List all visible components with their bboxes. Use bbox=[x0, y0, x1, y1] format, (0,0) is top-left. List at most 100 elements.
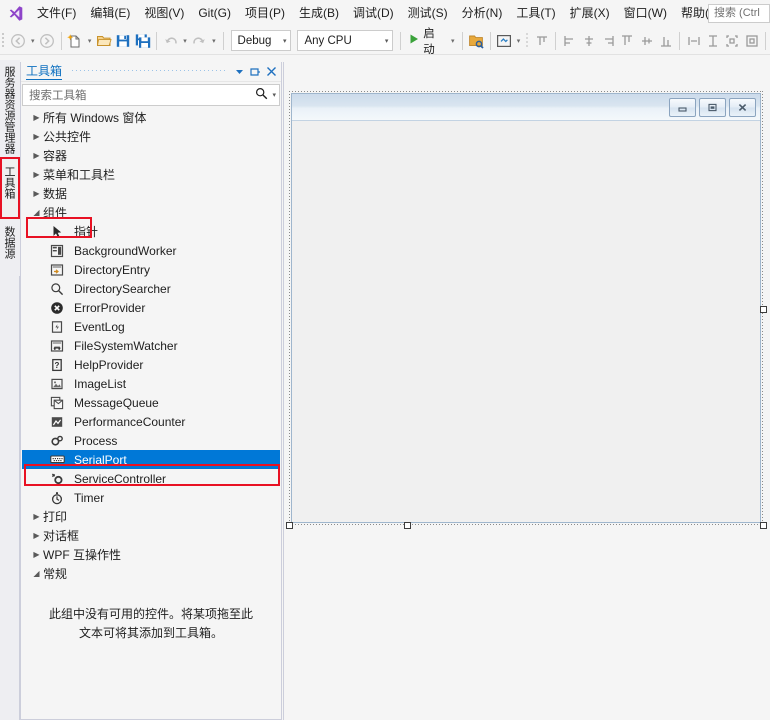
toolbox-group-label: 所有 Windows 窗体 bbox=[43, 111, 147, 125]
menu-window[interactable]: 窗口(W) bbox=[617, 0, 674, 27]
form-maximize-button[interactable] bbox=[699, 97, 726, 117]
toolbox-group-menus-toolbars[interactable]: ▶ 菜单和工具栏 bbox=[22, 165, 280, 184]
open-folder-icon[interactable] bbox=[94, 30, 113, 52]
make-same-width-icon[interactable] bbox=[684, 30, 703, 52]
save-all-icon[interactable] bbox=[133, 30, 152, 52]
save-icon[interactable] bbox=[114, 30, 133, 52]
navigate-backward-button[interactable] bbox=[9, 30, 28, 52]
toolbar-separator bbox=[60, 31, 62, 50]
vtab-server-explorer[interactable]: 服务器资源管理器 bbox=[0, 60, 20, 160]
toolbox-item-performancecounter[interactable]: PerformanceCounter bbox=[22, 412, 280, 431]
menu-view[interactable]: 视图(V) bbox=[137, 0, 191, 27]
preview-dropdown-icon[interactable]: ▾ bbox=[514, 30, 524, 52]
toolbox-group-general[interactable]: ◢ 常规 bbox=[22, 564, 280, 583]
toolbox-item-servicecontroller[interactable]: ServiceController bbox=[22, 469, 280, 488]
toolbox-item-label: FileSystemWatcher bbox=[74, 338, 178, 353]
toolbox-item-filesystemwatcher[interactable]: FileSystemWatcher bbox=[22, 336, 280, 355]
toolbox-group-components[interactable]: ◢ 组件 bbox=[22, 203, 280, 222]
menu-build[interactable]: 生成(B) bbox=[292, 0, 346, 27]
svg-text:?: ? bbox=[55, 361, 60, 370]
align-lefts-icon[interactable] bbox=[560, 30, 579, 52]
form-minimize-button[interactable] bbox=[669, 97, 696, 117]
toolbox-group-data[interactable]: ▶ 数据 bbox=[22, 184, 280, 203]
toolbar-grip-handle[interactable] bbox=[0, 31, 9, 51]
resize-handle-bottom-right[interactable] bbox=[760, 522, 767, 529]
navigate-forward-button[interactable] bbox=[38, 30, 57, 52]
resize-handle-bottom-center[interactable] bbox=[404, 522, 411, 529]
chevron-down-icon[interactable] bbox=[231, 64, 247, 80]
form-close-button[interactable] bbox=[729, 97, 756, 117]
toolbox-item-backgroundworker[interactable]: BackgroundWorker bbox=[22, 241, 280, 260]
align-top-edges-icon[interactable] bbox=[618, 30, 637, 52]
start-debug-label: 启动 bbox=[423, 27, 435, 56]
toolbox-group-printing[interactable]: ▶ 打印 bbox=[22, 507, 280, 526]
toolbox-item-directoryentry[interactable]: DirectoryEntry bbox=[22, 260, 280, 279]
align-tops-icon[interactable] bbox=[532, 30, 551, 52]
form-client-area[interactable] bbox=[292, 121, 760, 522]
toolbox-item-timer[interactable]: Timer bbox=[22, 488, 280, 507]
service-controller-icon bbox=[48, 471, 66, 487]
menu-git[interactable]: Git(G) bbox=[191, 0, 238, 27]
solution-platform-select[interactable]: Any CPU ▾ bbox=[297, 30, 394, 51]
solution-configuration-select[interactable]: Debug ▾ bbox=[230, 30, 292, 51]
toolbox-item-pointer[interactable]: 指针 bbox=[22, 222, 280, 241]
redo-dropdown-icon[interactable]: ▾ bbox=[209, 30, 219, 52]
resize-handle-middle-right[interactable] bbox=[760, 306, 767, 313]
pin-icon[interactable] bbox=[247, 64, 263, 80]
toolbox-search-dropdown-icon[interactable]: ▾ bbox=[268, 91, 276, 99]
make-same-height-icon[interactable] bbox=[704, 30, 723, 52]
toolbox-group-containers[interactable]: ▶ 容器 bbox=[22, 146, 280, 165]
redo-icon[interactable] bbox=[190, 30, 209, 52]
size-to-grid-icon[interactable] bbox=[723, 30, 742, 52]
toolbox-item-eventlog[interactable]: EventLog bbox=[22, 317, 280, 336]
menu-edit[interactable]: 编辑(E) bbox=[83, 0, 137, 27]
navigate-backward-dropdown-icon[interactable]: ▾ bbox=[28, 30, 38, 52]
toolbox-item-serialport[interactable]: SerialPort bbox=[22, 450, 280, 469]
global-search-input[interactable]: 搜索 (Ctrl bbox=[708, 4, 770, 23]
new-file-icon[interactable] bbox=[66, 30, 85, 52]
toolbox-group-common-controls[interactable]: ▶ 公共控件 bbox=[22, 127, 280, 146]
chevron-right-icon: ▶ bbox=[33, 113, 40, 122]
toolbox-drag-dots[interactable] bbox=[68, 62, 226, 82]
resize-handle-bottom-left[interactable] bbox=[286, 522, 293, 529]
toolbox-search-input[interactable]: 搜索工具箱 ▾ bbox=[22, 84, 280, 106]
menu-debug[interactable]: 调试(D) bbox=[346, 0, 401, 27]
menu-analyze[interactable]: 分析(N) bbox=[455, 0, 510, 27]
chevron-down-icon: ◢ bbox=[33, 569, 40, 578]
start-debug-button[interactable]: 启动 bbox=[405, 28, 448, 56]
undo-dropdown-icon[interactable]: ▾ bbox=[180, 30, 190, 52]
toolbox-item-process[interactable]: Process bbox=[22, 431, 280, 450]
toolbox-group-dialogs[interactable]: ▶ 对话框 bbox=[22, 526, 280, 545]
form-design-host[interactable] bbox=[286, 91, 767, 529]
toolbar-grip-handle-2[interactable] bbox=[523, 31, 532, 51]
undo-icon[interactable] bbox=[161, 30, 180, 52]
windows-form[interactable] bbox=[291, 93, 761, 523]
toolbox-item-imagelist[interactable]: ImageList bbox=[22, 374, 280, 393]
toolbox-group-wpf-interoperability[interactable]: ▶ WPF 互操作性 bbox=[22, 545, 280, 564]
start-debug-dropdown-icon[interactable]: ▾ bbox=[448, 30, 458, 52]
align-bottoms-icon[interactable] bbox=[656, 30, 675, 52]
toolbox-item-messagequeue[interactable]: MessageQueue bbox=[22, 393, 280, 412]
menu-test[interactable]: 测试(S) bbox=[401, 0, 455, 27]
preview-icon[interactable] bbox=[494, 30, 513, 52]
align-rights-icon[interactable] bbox=[599, 30, 618, 52]
menu-tools[interactable]: 工具(T) bbox=[509, 0, 562, 27]
center-horizontally-icon[interactable] bbox=[742, 30, 761, 52]
chevron-down-icon: ◢ bbox=[33, 208, 40, 217]
new-file-dropdown-icon[interactable]: ▾ bbox=[85, 30, 95, 52]
vtab-data-sources[interactable]: 数据源 bbox=[0, 220, 20, 276]
close-icon[interactable] bbox=[263, 64, 279, 80]
toolbox-group-all-windows-forms[interactable]: ▶ 所有 Windows 窗体 bbox=[22, 108, 280, 127]
toolbox-item-label: ImageList bbox=[74, 376, 127, 391]
menu-project[interactable]: 项目(P) bbox=[238, 0, 292, 27]
menu-extensions[interactable]: 扩展(X) bbox=[563, 0, 617, 27]
toolbox-item-errorprovider[interactable]: ErrorProvider bbox=[22, 298, 280, 317]
align-centers-icon[interactable] bbox=[579, 30, 598, 52]
form-designer-surface[interactable] bbox=[283, 62, 770, 720]
find-in-files-icon[interactable] bbox=[466, 30, 485, 52]
menu-file[interactable]: 文件(F) bbox=[30, 0, 83, 27]
align-middles-icon[interactable] bbox=[637, 30, 656, 52]
toolbox-item-directorysearcher[interactable]: DirectorySearcher bbox=[22, 279, 280, 298]
toolbox-item-helpprovider[interactable]: ? HelpProvider bbox=[22, 355, 280, 374]
vtab-toolbox[interactable]: 工具箱 bbox=[0, 160, 20, 220]
